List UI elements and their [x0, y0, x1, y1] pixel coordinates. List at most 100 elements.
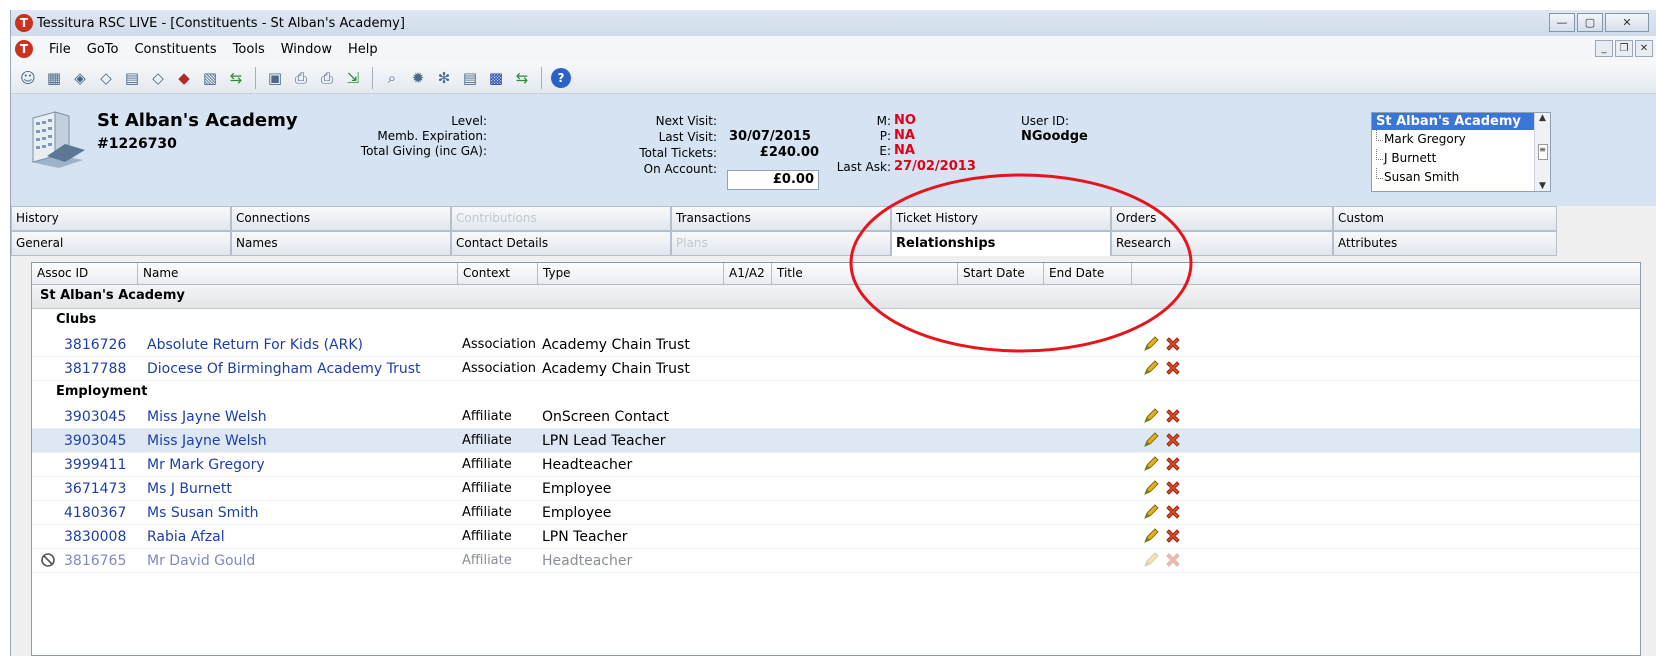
window-title: Tessitura RSC LIVE - [Constituents - St … [37, 15, 405, 31]
delete-x-icon[interactable] [1164, 455, 1182, 477]
assoc-name-link[interactable]: Miss Jayne Welsh [147, 433, 267, 449]
assoc-id-link[interactable]: 3816726 [64, 337, 126, 353]
pencil-icon[interactable] [1142, 527, 1160, 549]
delete-x-icon[interactable] [1164, 479, 1182, 501]
associations-list[interactable]: St Alban's Academy Mark Gregory J Burnet… [1371, 112, 1551, 192]
association-item[interactable]: Susan Smith [1372, 168, 1550, 187]
e-label: E: [879, 144, 891, 158]
assoc-name-link[interactable]: Mr Mark Gregory [147, 457, 265, 473]
ticket3-icon[interactable]: ◇ [148, 68, 168, 88]
assoc-id-link[interactable]: 3817788 [64, 361, 126, 377]
total-giving-label: Total Giving (inc GA): [360, 144, 487, 158]
save-icon[interactable]: ▣ [265, 68, 285, 88]
tab-history[interactable]: History [11, 206, 231, 231]
pencil-icon[interactable] [1142, 431, 1160, 453]
menu-goto[interactable]: GoTo [79, 42, 127, 57]
association-item[interactable]: Mark Gregory [1372, 130, 1550, 149]
col-type[interactable]: Type [538, 263, 724, 285]
edit-icon[interactable]: ▧ [200, 68, 220, 88]
arrows-icon[interactable]: ⇆ [226, 68, 246, 88]
scroll-down-icon[interactable]: ▼ [1539, 181, 1546, 191]
table-row-inactive[interactable]: 3816765 Mr David Gould Affiliate Headtea… [32, 549, 1640, 573]
notes2-icon[interactable]: ▤ [460, 68, 480, 88]
m-label: M: [876, 114, 891, 128]
pencil-icon[interactable] [1142, 479, 1160, 501]
delete-x-icon[interactable] [1164, 503, 1182, 525]
assoc-name-link[interactable]: Diocese Of Birmingham Academy Trust [147, 361, 421, 377]
tab-connections[interactable]: Connections [231, 206, 451, 231]
assoc-name-link[interactable]: Miss Jayne Welsh [147, 409, 267, 425]
assoc-id-link[interactable]: 3903045 [64, 433, 126, 449]
table-row[interactable]: 3816726 Absolute Return For Kids (ARK) A… [32, 333, 1640, 357]
tab-contact-details[interactable]: Contact Details [451, 231, 671, 256]
ticket-icon[interactable]: ◈ [70, 68, 90, 88]
assoc-id-link[interactable]: 4180367 [64, 505, 126, 521]
document-logo-icon[interactable]: T [15, 40, 33, 58]
help-icon[interactable]: ? [551, 67, 571, 88]
tessitura-logo-icon: T [15, 14, 33, 32]
print2-icon[interactable]: ⎙ [317, 68, 337, 88]
chart-icon[interactable]: ▦ [44, 68, 64, 88]
assoc-id-link[interactable]: 3816765 [64, 553, 126, 569]
gift-icon[interactable]: ◆ [174, 68, 194, 88]
menu-window[interactable]: Window [273, 42, 340, 57]
subgroup-clubs: Clubs [56, 312, 97, 327]
menu-help[interactable]: Help [340, 42, 386, 57]
arrows2-icon[interactable]: ⇆ [512, 68, 532, 88]
associations-scrollbar[interactable]: ▲ ≡ ▼ [1534, 113, 1550, 191]
table-row[interactable]: 4180367 Ms Susan Smith Affiliate Employe… [32, 501, 1640, 525]
table-row[interactable]: 3817788 Diocese Of Birmingham Academy Tr… [32, 357, 1640, 381]
delete-x-icon[interactable] [1164, 527, 1182, 549]
assoc-id-link[interactable]: 3671473 [64, 481, 126, 497]
table-row[interactable]: 3999411 Mr Mark Gregory Affiliate Headte… [32, 453, 1640, 477]
assoc-name-link[interactable]: Absolute Return For Kids (ARK) [147, 337, 363, 353]
scroll-thumb-icon[interactable]: ≡ [1537, 144, 1548, 160]
notes-icon[interactable]: ▤ [122, 68, 142, 88]
col-name[interactable]: Name [138, 263, 458, 285]
doc-restore-button[interactable]: ❐ [1615, 40, 1633, 57]
col-a1a2[interactable]: A1/A2 [724, 263, 772, 285]
table-row[interactable]: 3830008 Rabia Afzal Affiliate LPN Teache… [32, 525, 1640, 549]
table-row[interactable]: 3903045 Miss Jayne Welsh Affiliate OnScr… [32, 405, 1640, 429]
doc-minimize-button[interactable]: _ [1595, 40, 1613, 57]
table-row[interactable]: 3903045 Miss Jayne Welsh Affiliate LPN L… [32, 429, 1640, 453]
pencil-icon[interactable] [1142, 503, 1160, 525]
person-icon[interactable]: ☺ [18, 68, 38, 88]
search-icon[interactable]: ⌕ [382, 68, 402, 88]
col-assoc-id[interactable]: Assoc ID [32, 263, 138, 285]
tab-attributes[interactable]: Attributes [1333, 231, 1557, 256]
scroll-up-icon[interactable]: ▲ [1539, 113, 1546, 123]
menu-tools[interactable]: Tools [225, 42, 273, 57]
assoc-id-link[interactable]: 3999411 [64, 457, 126, 473]
gear-icon[interactable]: ✹ [408, 68, 428, 88]
association-item[interactable]: J Burnett [1372, 149, 1550, 168]
maximize-button[interactable]: ▢ [1577, 13, 1603, 32]
gear2-icon[interactable]: ✻ [434, 68, 454, 88]
assoc-name-link[interactable]: Mr David Gould [147, 553, 255, 569]
menu-file[interactable]: File [41, 42, 79, 57]
print-icon[interactable]: ⎙ [291, 68, 311, 88]
tab-names[interactable]: Names [231, 231, 451, 256]
doc-close-button[interactable]: ✕ [1635, 40, 1653, 57]
grid-icon[interactable]: ▩ [486, 68, 506, 88]
pencil-icon[interactable] [1142, 407, 1160, 429]
assoc-id-link[interactable]: 3830008 [64, 529, 126, 545]
tab-general[interactable]: General [11, 231, 231, 256]
delete-x-icon[interactable] [1164, 431, 1182, 453]
col-context[interactable]: Context [458, 263, 538, 285]
type-cell: Headteacher [542, 457, 633, 473]
assoc-name-link[interactable]: Rabia Afzal [147, 529, 225, 545]
close-button[interactable]: ✕ [1605, 13, 1649, 32]
table-row[interactable]: 3671473 Ms J Burnett Affiliate Employee [32, 477, 1640, 501]
minimize-button[interactable]: — [1549, 13, 1575, 32]
assoc-id-link[interactable]: 3903045 [64, 409, 126, 425]
ticket2-icon[interactable]: ◇ [96, 68, 116, 88]
association-selected[interactable]: St Alban's Academy [1372, 113, 1550, 130]
assoc-name-link[interactable]: Ms Susan Smith [147, 505, 259, 521]
assoc-name-link[interactable]: Ms J Burnett [147, 481, 232, 497]
pencil-icon[interactable] [1142, 455, 1160, 477]
delete-x-icon[interactable] [1164, 407, 1182, 429]
tab-custom[interactable]: Custom [1333, 206, 1557, 231]
export-icon[interactable]: ⇲ [343, 68, 363, 88]
menu-constituents[interactable]: Constituents [126, 42, 224, 57]
